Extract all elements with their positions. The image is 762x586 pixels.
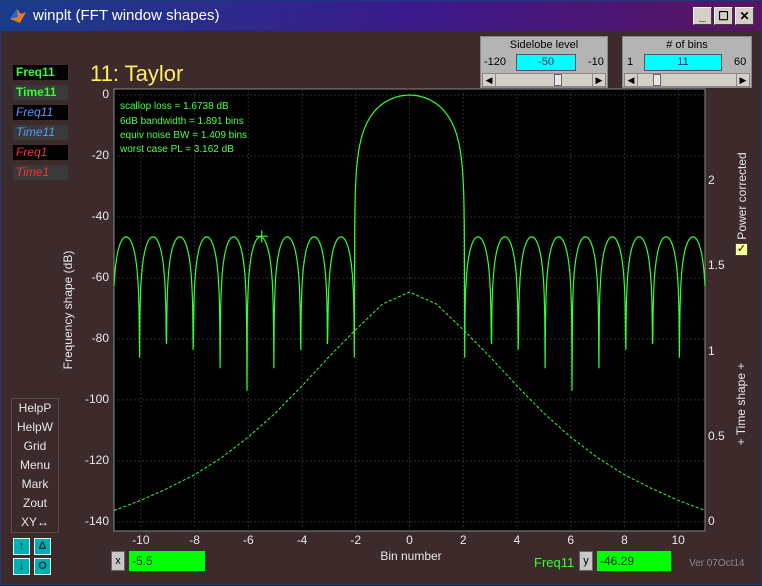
x-tick-label: -6 [242,533,254,547]
y-axis-label: Frequency shape (dB) [61,250,75,370]
x-tick-label: 10 [671,533,685,547]
y-tick-label: 0 [102,87,109,102]
y2-tick-label: 0 [708,514,715,529]
y2-tick-label: 1 [708,343,715,358]
version-label: Ver 07Oct14 [689,558,745,569]
y-field-label: y [579,551,593,571]
y-tick-label: -120 [84,452,109,467]
y-tick-label: -140 [84,513,109,528]
y2-axis-label: + Time shape + [734,362,748,446]
chart-canvas[interactable] [1,1,762,586]
x-tick-label: 6 [567,533,575,547]
x-tick-label: 8 [621,533,628,547]
x-axis-label: Bin number [380,549,442,563]
x-value-field[interactable]: -5.5 [128,550,206,572]
y-tick-label: -100 [84,391,109,406]
x-tick-label: -8 [189,533,200,547]
x-tick-label: -4 [296,533,308,547]
y2-tick-label: 1.5 [708,258,725,273]
stat-6db-bandwidth: 6dB bandwidth = 1.891 bins [120,116,244,127]
stat-worst-case-pl: worst case PL = 3.162 dB [120,144,234,155]
y-tick-label: -80 [91,330,109,345]
x-tick-label: 0 [406,533,413,547]
x-tick-label: -10 [132,533,150,547]
x-field-label: x [111,551,125,571]
stat-equiv-noise-bw: equiv noise BW = 1.409 bins [120,130,248,141]
power-corrected-label: Power corrected [735,152,749,240]
stat-scallop-loss: scallop loss = 1.6738 dB [120,101,229,112]
y-tick-label: -40 [91,209,109,224]
y2-tick-label: 0.5 [708,429,725,444]
cursor-trace-label: Freq11 [534,555,575,570]
x-tick-label: -2 [350,533,362,547]
y-tick-label: -20 [91,148,109,163]
power-corrected-checkbox[interactable]: ✓ [735,243,748,256]
x-tick-label: 4 [513,533,521,547]
y2-tick-label: 2 [708,173,715,188]
x-tick-label: 2 [459,533,467,547]
y-tick-label: -60 [91,269,109,284]
y-value-field[interactable]: -46.29 [596,550,672,572]
app-window: winplt (FFT window shapes) _ ☐ ✕ Sidelob… [0,0,762,585]
